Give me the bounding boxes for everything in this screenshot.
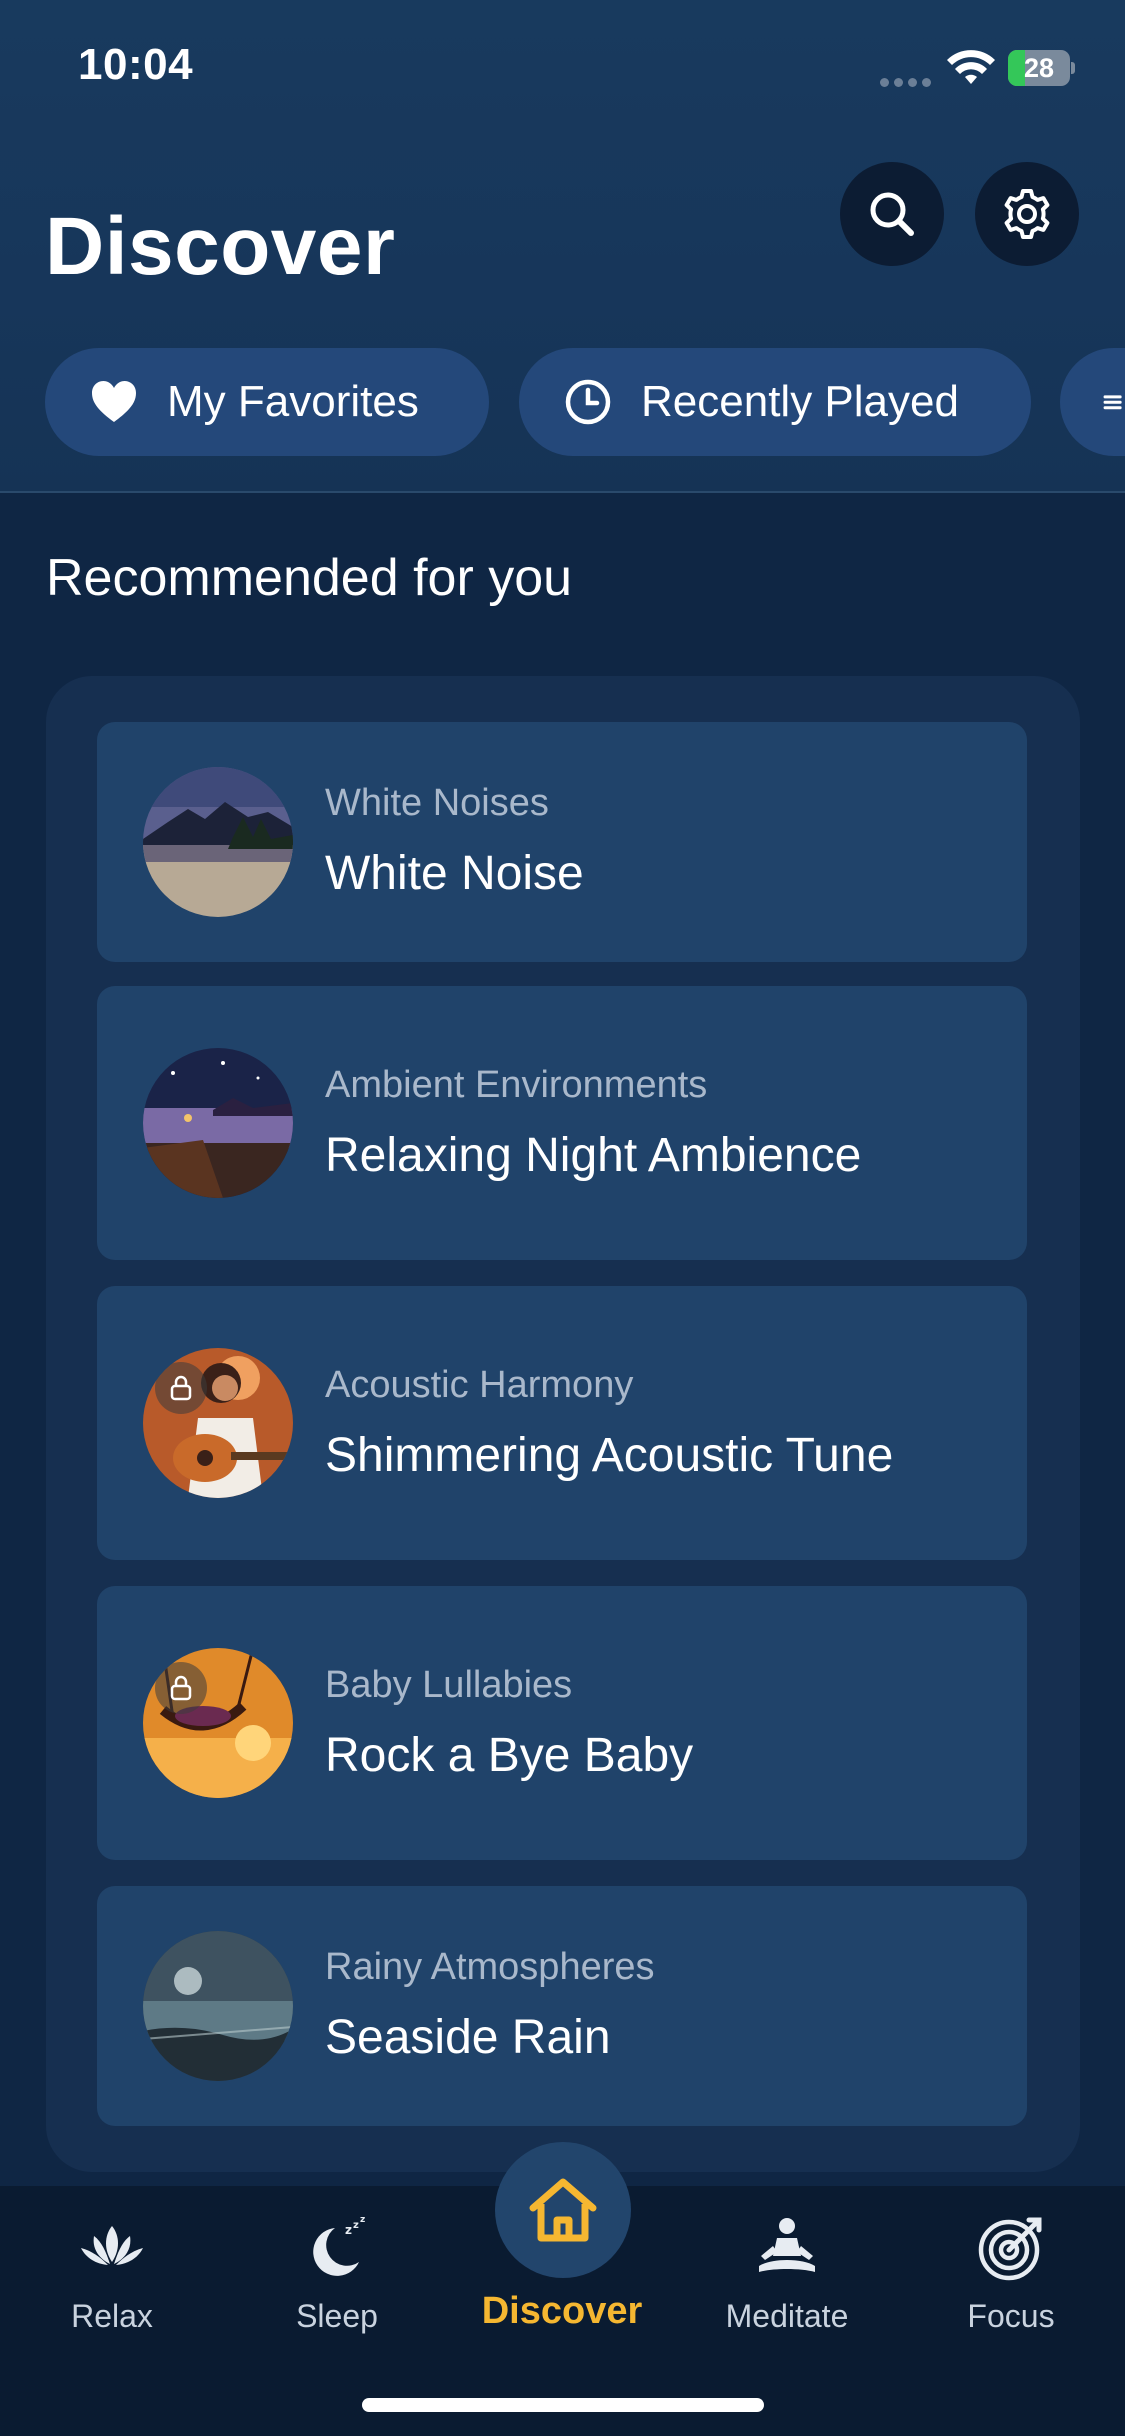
chip-label: My Favorites bbox=[167, 377, 419, 426]
item-category: White Noises bbox=[325, 782, 549, 824]
item-category: Ambient Environments bbox=[325, 1064, 708, 1106]
list-item-shimmering-acoustic-tune[interactable]: Acoustic Harmony Shimmering Acoustic Tun… bbox=[97, 1286, 1027, 1560]
thumbnail-mountain-lake bbox=[143, 767, 293, 917]
svg-text:z: z bbox=[345, 2223, 352, 2237]
item-title: White Noise bbox=[325, 847, 584, 900]
item-title: Relaxing Night Ambience bbox=[325, 1129, 862, 1182]
item-title: Shimmering Acoustic Tune bbox=[325, 1429, 894, 1482]
list-item-relaxing-night-ambience[interactable]: Ambient Environments Relaxing Night Ambi… bbox=[97, 986, 1027, 1260]
item-title: Rock a Bye Baby bbox=[325, 1729, 694, 1782]
chip-recently-played[interactable]: Recently Played bbox=[519, 348, 1031, 456]
lotus-icon bbox=[81, 2226, 143, 2265]
tab-label: Meditate bbox=[725, 2298, 849, 2334]
list-icon bbox=[1103, 395, 1122, 410]
battery-indicator: 28 bbox=[1008, 50, 1075, 86]
thumbnail-seaside-rain bbox=[143, 1931, 293, 2081]
settings-button[interactable] bbox=[975, 162, 1079, 266]
lock-icon bbox=[155, 1362, 207, 1414]
tab-meditate[interactable]: Meditate bbox=[707, 2212, 867, 2335]
item-title: Seaside Rain bbox=[325, 2011, 611, 2064]
tab-focus[interactable]: Focus bbox=[931, 2212, 1091, 2335]
thumbnail-guitarist bbox=[143, 1348, 293, 1498]
wifi-icon bbox=[947, 50, 995, 84]
header-divider bbox=[0, 491, 1125, 493]
tab-relax[interactable]: Relax bbox=[32, 2212, 192, 2335]
list-item-white-noise[interactable]: White Noises White Noise bbox=[97, 722, 1027, 962]
tab-label: Sleep bbox=[296, 2298, 378, 2334]
cellular-signal-icon bbox=[880, 74, 936, 87]
home-indicator bbox=[362, 2398, 764, 2412]
moon-zzz-icon: z z z bbox=[313, 2215, 365, 2276]
search-button[interactable] bbox=[840, 162, 944, 266]
item-category: Baby Lullabies bbox=[325, 1664, 573, 1706]
gear-icon bbox=[1004, 189, 1050, 239]
heart-icon bbox=[92, 381, 136, 422]
list-item-seaside-rain[interactable]: Rainy Atmospheres Seaside Rain bbox=[97, 1886, 1027, 2126]
item-category: Rainy Atmospheres bbox=[325, 1946, 655, 1988]
tab-discover[interactable] bbox=[495, 2142, 631, 2278]
svg-text:z: z bbox=[360, 2215, 365, 2225]
clock-icon bbox=[565, 379, 611, 425]
section-title: Recommended for you bbox=[46, 549, 573, 607]
thumbnail-night-lake bbox=[143, 1048, 293, 1198]
chip-my-favorites[interactable]: My Favorites bbox=[45, 348, 489, 456]
tab-label-active[interactable]: Discover bbox=[462, 2290, 662, 2333]
tab-label: Focus bbox=[967, 2298, 1055, 2334]
tab-label: Relax bbox=[71, 2298, 153, 2334]
search-icon bbox=[870, 192, 914, 236]
page-title: Discover bbox=[45, 201, 396, 292]
home-icon bbox=[529, 2178, 597, 2242]
svg-text:z: z bbox=[353, 2220, 359, 2231]
thumbnail-hammock-sunset bbox=[143, 1648, 293, 1798]
list-item-rock-a-bye-baby[interactable]: Baby Lullabies Rock a Bye Baby bbox=[97, 1586, 1027, 1860]
battery-percent: 28 bbox=[1023, 53, 1055, 83]
target-icon bbox=[978, 2217, 1042, 2281]
chip-label: Recently Played bbox=[641, 377, 959, 426]
lock-icon bbox=[155, 1662, 207, 1714]
tab-sleep[interactable]: z z z Sleep bbox=[257, 2212, 417, 2335]
status-time: 10:04 bbox=[78, 40, 194, 89]
meditation-icon bbox=[759, 2218, 815, 2272]
item-category: Acoustic Harmony bbox=[325, 1364, 634, 1406]
